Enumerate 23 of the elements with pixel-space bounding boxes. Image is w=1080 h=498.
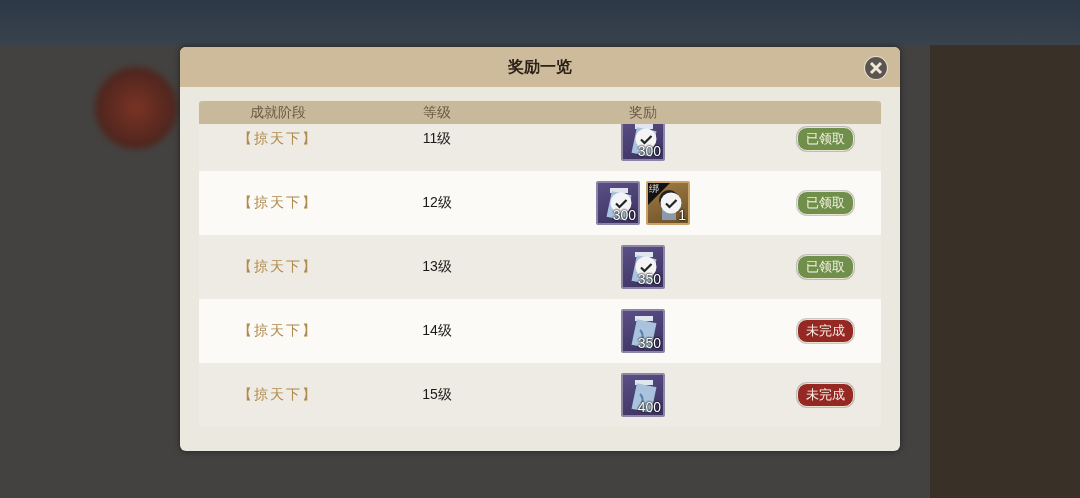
status-badge: 已领取	[796, 191, 854, 215]
dialog-title: 奖励一览	[508, 56, 572, 78]
status-badge: 已领取	[796, 255, 854, 279]
level-text: 15级	[422, 386, 452, 404]
stage-text: 【掠天下】	[238, 322, 318, 340]
level-text: 12级	[422, 194, 452, 212]
status-badge: 未完成	[796, 319, 854, 343]
level-text: 14级	[422, 322, 452, 340]
column-header: 成就阶段	[250, 103, 306, 122]
level-text: 13级	[422, 258, 452, 276]
column-header: 等级	[423, 103, 451, 122]
status-badge: 未完成	[796, 383, 854, 407]
stage-text: 【掠天下】	[238, 194, 318, 212]
stage-text: 【掠天下】	[238, 130, 318, 148]
avatar-icon	[95, 67, 177, 149]
column-header: 奖励	[629, 103, 657, 122]
stage-text: 【掠天下】	[238, 258, 318, 276]
status-badge: 已领取	[796, 127, 854, 151]
stage-text: 【掠天下】	[238, 386, 318, 404]
close-icon[interactable]	[864, 56, 888, 80]
item-count: 1	[678, 208, 686, 223]
reward-item[interactable]: 绑 1	[646, 181, 690, 225]
level-text: 11级	[422, 130, 452, 148]
